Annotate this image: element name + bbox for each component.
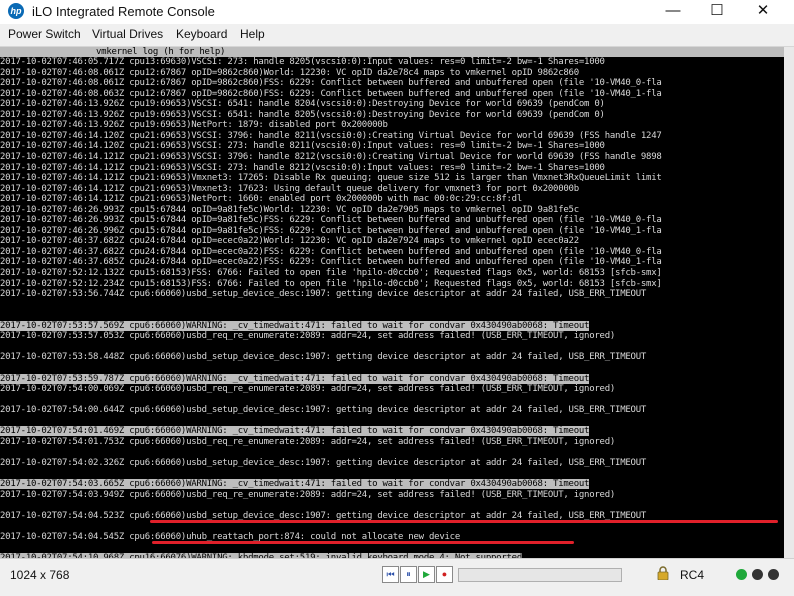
red-annotation-underline [152, 541, 574, 544]
console-log-line: 2017-10-02T07:54:03.665Z cpu6:66060)WARN… [0, 479, 589, 489]
console-log-line: 2017-10-02T07:46:26.993Z cpu15:67844 opI… [0, 204, 579, 215]
play-button[interactable]: ▶ [418, 566, 435, 583]
resolution-label: 1024 x 768 [10, 568, 70, 582]
skip-back-button[interactable]: ⏮ [382, 566, 399, 583]
menu-help[interactable]: Help [240, 27, 265, 41]
encryption-label: RC4 [680, 568, 705, 582]
console-header-text: vmkernel log (h for help) [96, 47, 226, 57]
console-log-line: 2017-10-02T07:53:57.569Z cpu6:66060)WARN… [0, 320, 590, 331]
console-log-line: 2017-10-02T07:46:13.926Z cpu19:69653)VSC… [0, 99, 605, 110]
console-log-line: 2017-10-02T07:46:13.926Z cpu19:69653)Net… [0, 120, 388, 131]
highlighted-log-text: 2017-10-02T07:53:59.787Z cpu6:66060)WARN… [0, 373, 590, 384]
window-title: iLO Integrated Remote Console [32, 4, 215, 19]
console-log-line: 2017-10-02T07:46:14.120Z cpu21:69653)VSC… [0, 130, 662, 141]
highlighted-log-text: 2017-10-02T07:54:03.665Z cpu6:66060)WARN… [0, 479, 590, 489]
record-button[interactable]: ● [436, 566, 453, 583]
console-log-line: 2017-10-02T07:46:14.121Z cpu21:69653)Net… [0, 194, 523, 205]
remote-console-screen[interactable]: vmkernel log (h for help) 2017-10-02T07:… [0, 47, 784, 558]
console-log-line: 2017-10-02T07:46:26.996Z cpu15:67844 opI… [0, 225, 662, 236]
console-log-line: 2017-10-02T07:46:14.121Z cpu21:69653)VSC… [0, 151, 662, 162]
console-header-bar: vmkernel log (h for help) [0, 47, 784, 57]
highlighted-log-text: 2017-10-02T07:53:57.569Z cpu6:66060)WARN… [0, 320, 590, 331]
red-annotation-underline [150, 520, 778, 523]
console-log-line: 2017-10-02T07:46:37.685Z cpu24:67844 opI… [0, 257, 662, 268]
playback-progress-bar[interactable] [458, 568, 622, 582]
console-log-line: 2017-10-02T07:54:00.069Z cpu6:66060)usbd… [0, 384, 616, 395]
console-log-line: 2017-10-02T07:46:08.063Z cpu12:67867 opI… [0, 88, 662, 99]
console-log-line: 2017-10-02T07:54:03.949Z cpu6:66060)usbd… [0, 489, 616, 500]
menu-keyboard[interactable]: Keyboard [176, 27, 227, 41]
console-log-line: 2017-10-02T07:46:08.061Z cpu12:67867 opI… [0, 67, 579, 78]
status-indicator-green [736, 569, 747, 580]
console-log-line: 2017-10-02T07:53:58.448Z cpu6:66060)usbd… [0, 352, 647, 363]
console-log-line: 2017-10-02T07:52:12.234Z cpu15:68153)FSS… [0, 278, 662, 289]
title-bar: hp iLO Integrated Remote Console — ☐ ✕ [0, 0, 794, 24]
menu-bar: Power Switch Virtual Drives Keyboard Hel… [0, 24, 794, 47]
menu-power-switch[interactable]: Power Switch [8, 27, 81, 41]
console-log-line: 2017-10-02T07:54:01.753Z cpu6:66060)usbd… [0, 436, 616, 447]
console-scrollbar[interactable] [784, 47, 794, 558]
console-log-line: 2017-10-02T07:54:02.326Z cpu6:66060)usbd… [0, 457, 647, 468]
lock-icon [657, 566, 669, 580]
console-log-line: 2017-10-02T07:53:59.787Z cpu6:66060)WARN… [0, 373, 590, 384]
console-log-line: 2017-10-02T07:46:14.121Z cpu21:69653)VSC… [0, 162, 605, 173]
console-log-line: 2017-10-02T07:46:14.121Z cpu21:69653)Vmx… [0, 173, 662, 184]
console-log-line: 2017-10-02T07:53:56.744Z cpu6:66060)usbd… [0, 289, 647, 300]
menu-virtual-drives[interactable]: Virtual Drives [92, 27, 163, 41]
minimize-button[interactable]: — [650, 0, 696, 24]
console-log-line: 2017-10-02T07:46:26.993Z cpu15:67844 opI… [0, 215, 662, 226]
hp-logo-icon: hp [8, 3, 24, 19]
console-log-line: 2017-10-02T07:52:12.132Z cpu15:68153)FSS… [0, 268, 662, 278]
console-log-line: 2017-10-02T07:46:08.061Z cpu12:67867 opI… [0, 78, 662, 89]
console-log-line: 2017-10-02T07:54:01.469Z cpu6:66060)WARN… [0, 426, 590, 437]
console-log-line: 2017-10-02T07:46:37.682Z cpu24:67844 opI… [0, 246, 662, 257]
status-indicator-dark [752, 569, 763, 580]
status-indicator-dark [768, 569, 779, 580]
console-log-line: 2017-10-02T07:46:14.121Z cpu21:69653)Vmx… [0, 183, 579, 194]
console-log-line: 2017-10-02T07:46:14.120Z cpu21:69653)VSC… [0, 141, 605, 152]
console-log-line: 2017-10-02T07:46:37.682Z cpu24:67844 opI… [0, 236, 579, 247]
maximize-button[interactable]: ☐ [694, 0, 740, 24]
console-log-line: 2017-10-02T07:46:13.926Z cpu19:69653)VSC… [0, 109, 605, 120]
console-log-line: 2017-10-02T07:53:57.053Z cpu6:66060)usbd… [0, 331, 616, 342]
console-log-line: 2017-10-02T07:46:05.717Z cpu13:69630)VSC… [0, 57, 605, 67]
pause-button[interactable]: ⏸ [400, 566, 417, 583]
highlighted-log-text: 2017-10-02T07:54:01.469Z cpu6:66060)WARN… [0, 426, 590, 437]
status-bar: 1024 x 768 ⏮ ⏸ ▶ ● RC4 [0, 558, 794, 591]
close-button[interactable]: ✕ [740, 0, 786, 24]
console-log-line: 2017-10-02T07:54:00.644Z cpu6:66060)usbd… [0, 405, 647, 416]
